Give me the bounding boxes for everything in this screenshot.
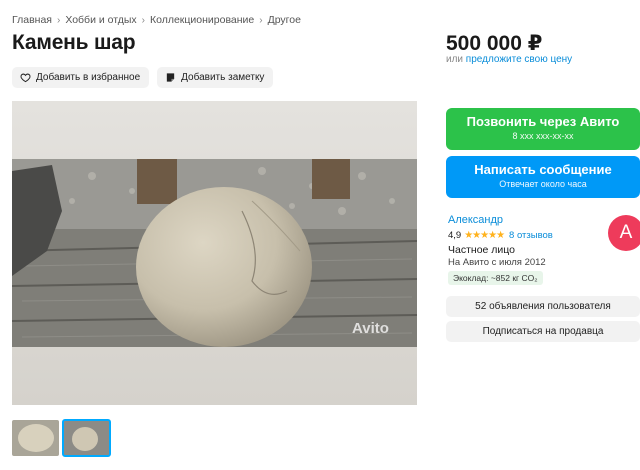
main-photo[interactable]: Avito (12, 101, 417, 405)
message-button-response: Отвечает около часа (499, 179, 587, 189)
chevron-right-icon: › (259, 14, 263, 26)
add-to-favorites-button[interactable]: Добавить в избранное (12, 67, 150, 88)
reviews-link[interactable]: 8 отзывов (509, 230, 553, 241)
rating-value: 4,9 (448, 230, 462, 241)
eco-badge[interactable]: Экоклад: ~852 кг CO₂ (448, 271, 543, 285)
message-button[interactable]: Написать сообщение Отвечает около часа (446, 156, 640, 198)
breadcrumb-item-other[interactable]: Другое (268, 14, 301, 26)
call-button-phone: 8 ххх ххх-хх-хх (512, 131, 574, 141)
call-button[interactable]: Позвонить через Авито 8 ххх ххх-хх-хх (446, 108, 640, 150)
add-note-button[interactable]: Добавить заметку (157, 67, 274, 88)
photo-thumbnails (12, 419, 111, 457)
heart-icon (20, 73, 31, 83)
suggest-price-link[interactable]: предложите свою цену (466, 54, 572, 65)
add-note-label: Добавить заметку (181, 72, 265, 83)
rating-stars-icon: ★★★★★ (464, 230, 505, 241)
avatar[interactable]: А (608, 215, 640, 251)
chevron-right-icon: › (56, 14, 61, 26)
price: 500 000 ₽ (446, 32, 543, 55)
price-offer-prefix: или (446, 54, 464, 65)
seller-type: Частное лицо (448, 244, 516, 256)
seller-since: На Авито с июля 2012 (448, 257, 546, 268)
listing-actions: Добавить в избранное Добавить заметку (12, 67, 274, 88)
breadcrumb-item-hobby[interactable]: Хобби и отдых (65, 14, 136, 26)
seller-name[interactable]: Александр (448, 214, 503, 226)
page-title: Камень шар (12, 31, 136, 54)
subscribe-button[interactable]: Подписаться на продавца (446, 321, 640, 342)
breadcrumb-item-home[interactable]: Главная (12, 14, 52, 26)
breadcrumb: Главная › Хобби и отдых › Коллекциониров… (12, 14, 301, 26)
breadcrumb-item-collecting[interactable]: Коллекционирование (150, 14, 254, 26)
add-to-favorites-label: Добавить в избранное (36, 72, 141, 83)
note-icon (166, 73, 175, 82)
thumbnail-2[interactable] (62, 419, 111, 457)
message-button-label: Написать сообщение (474, 162, 612, 177)
stone-ball-photo: Avito (12, 101, 417, 405)
thumbnail-1[interactable] (12, 420, 59, 456)
price-offer: или предложите свою цену (446, 54, 572, 65)
call-button-label: Позвонить через Авито (466, 114, 620, 129)
seller-listings-button[interactable]: 52 объявления пользователя (446, 296, 640, 317)
chevron-right-icon: › (141, 14, 145, 26)
avito-watermark: Avito (352, 320, 389, 337)
seller-rating: 4,9 ★★★★★ 8 отзывов (448, 230, 553, 241)
